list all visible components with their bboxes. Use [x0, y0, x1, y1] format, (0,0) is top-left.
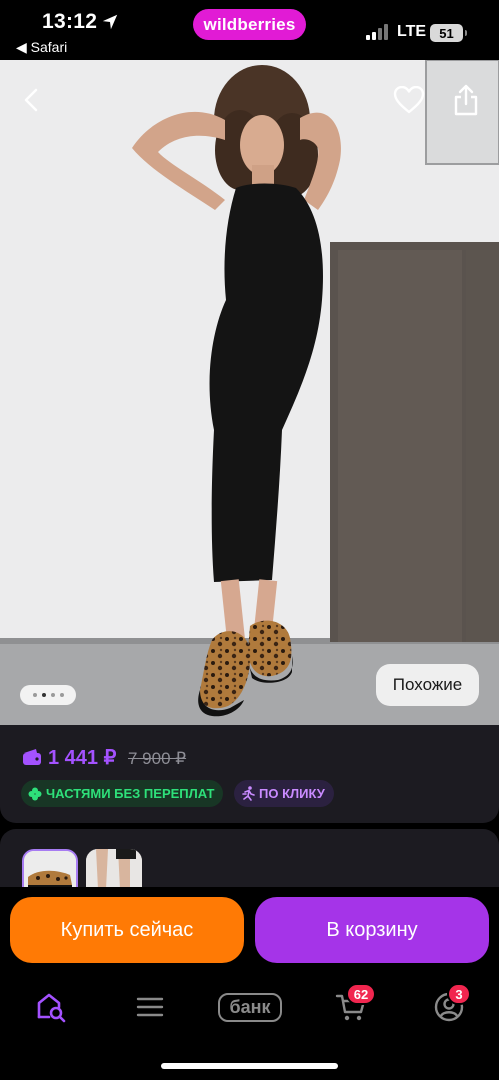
add-to-cart-button[interactable]: В корзину: [255, 897, 489, 963]
back-to-safari-link[interactable]: ◀ Safari: [16, 39, 67, 56]
tab-catalog[interactable]: [130, 987, 170, 1027]
tab-home[interactable]: [30, 987, 72, 1027]
clover-icon: [28, 787, 42, 800]
location-arrow-icon: [102, 14, 118, 30]
one-click-badge[interactable]: ПО КЛИКУ: [234, 780, 334, 807]
brand-logo: wildberries: [193, 9, 306, 40]
tab-bank[interactable]: банк: [216, 987, 284, 1027]
home-indicator: [161, 1063, 338, 1069]
cart-count-badge: 62: [346, 983, 376, 1005]
battery-icon: 51: [430, 24, 463, 42]
carousel-dot-active: [41, 693, 46, 697]
bank-label: банк: [218, 992, 282, 1022]
purchase-actions: Купить сейчас В корзину: [0, 887, 499, 975]
favorite-button[interactable]: [390, 82, 428, 118]
bottom-tab-bar: банк 62 3: [0, 975, 499, 1080]
menu-icon: [136, 997, 164, 1017]
carousel-indicator: [20, 685, 76, 705]
product-photo: [0, 60, 499, 725]
network-type: LTE: [397, 23, 427, 40]
old-price: 7 900 ₽: [128, 749, 187, 768]
share-icon: [454, 84, 478, 116]
carousel-dot: [32, 693, 37, 697]
similar-button[interactable]: Похожие: [376, 664, 479, 706]
status-bar: 13:12 ◀ Safari wildberries LTE 51: [0, 0, 499, 60]
share-button[interactable]: [448, 80, 484, 120]
heart-icon: [393, 86, 425, 114]
profile-notification-badge: 3: [447, 983, 471, 1005]
clock: 13:12: [42, 10, 98, 33]
carousel-dot: [50, 693, 55, 697]
one-click-label: ПО КЛИКУ: [259, 786, 325, 801]
back-button[interactable]: [14, 82, 50, 118]
cell-signal-icon: [366, 24, 392, 40]
price-card: 1 441 ₽ 7 900 ₽ ЧАСТЯМИ БЕЗ ПЕРЕПЛАТ ПО …: [0, 725, 499, 823]
running-person-icon: [242, 786, 255, 801]
installments-badge[interactable]: ЧАСТЯМИ БЕЗ ПЕРЕПЛАТ: [21, 780, 224, 807]
current-price: 1 441 ₽: [48, 747, 117, 769]
home-search-icon: [37, 993, 66, 1023]
battery-tip: [465, 30, 467, 36]
installments-label: ЧАСТЯМИ БЕЗ ПЕРЕПЛАТ: [46, 786, 215, 801]
buy-now-button[interactable]: Купить сейчас: [10, 897, 244, 963]
product-photo-carousel[interactable]: Похожие: [0, 60, 499, 725]
carousel-dot: [59, 693, 64, 697]
wallet-icon: [23, 749, 41, 765]
chevron-left-icon: [24, 88, 38, 112]
